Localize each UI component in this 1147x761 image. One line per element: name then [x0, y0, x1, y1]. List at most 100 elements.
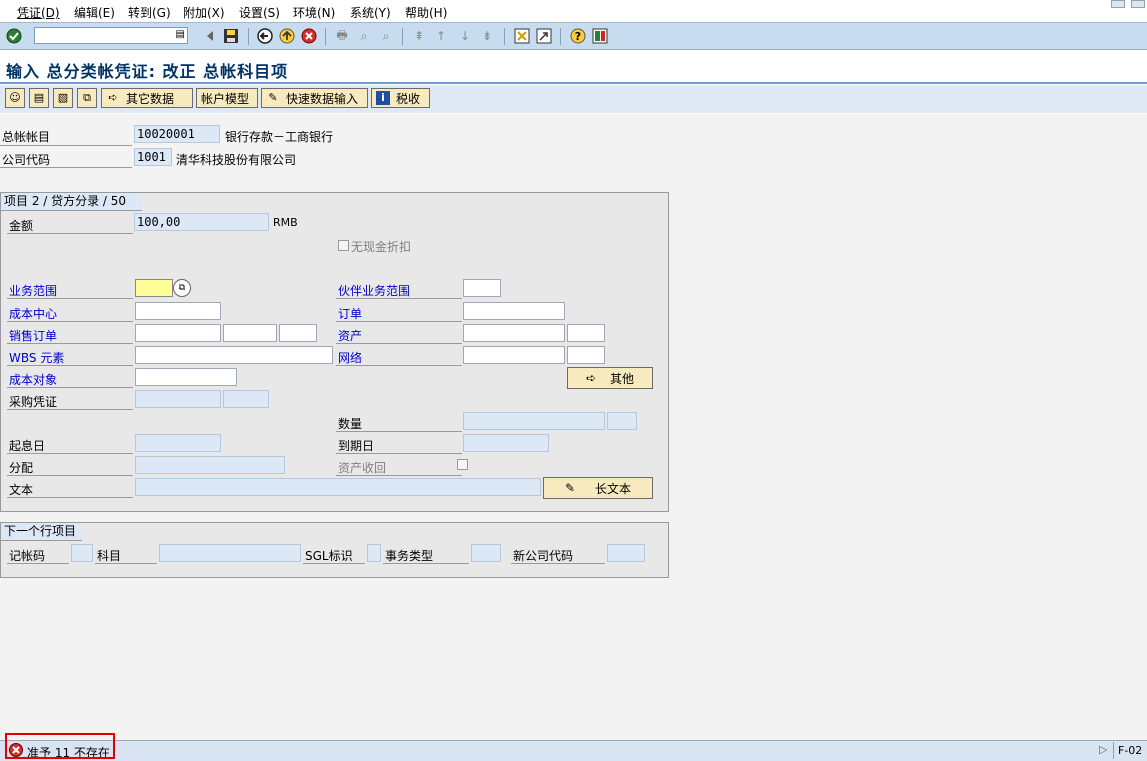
text-field[interactable]: [135, 478, 541, 496]
menu-voucher[interactable]: 凭证(D): [17, 4, 60, 21]
asset-field[interactable]: [463, 324, 565, 342]
field-underline: [511, 563, 605, 564]
enter-icon[interactable]: [5, 27, 23, 45]
new-company-code-field[interactable]: [607, 544, 645, 562]
order-label[interactable]: 订单: [338, 305, 362, 322]
asset-retirement-label: 资产收回: [338, 461, 387, 475]
network-activity-field[interactable]: [567, 346, 605, 364]
sales-order-item-field[interactable]: [223, 324, 277, 342]
account-field[interactable]: [159, 544, 301, 562]
new-session-icon[interactable]: [513, 27, 531, 45]
transaction-type-field[interactable]: [471, 544, 501, 562]
business-area-label[interactable]: 业务范围: [9, 282, 57, 299]
menu-edit[interactable]: 编辑(E): [74, 4, 115, 21]
amount-field[interactable]: 100,00: [134, 213, 269, 231]
first-page-icon[interactable]: ⇞: [410, 27, 428, 45]
command-field[interactable]: ▤: [34, 27, 188, 44]
menu-help[interactable]: 帮助(H): [405, 4, 447, 21]
last-page-icon[interactable]: ⇟: [478, 27, 496, 45]
sales-order-label[interactable]: 销售订单: [9, 327, 57, 344]
sales-order-field[interactable]: [135, 324, 221, 342]
quantity-field[interactable]: [463, 412, 605, 430]
svg-text:?: ?: [575, 30, 581, 43]
print-icon[interactable]: 🖶: [333, 27, 351, 45]
wbs-element-field[interactable]: [135, 346, 333, 364]
purchasing-doc-field[interactable]: [135, 390, 221, 408]
asset-subnumber-field[interactable]: [567, 324, 605, 342]
menu-system[interactable]: 系统(Y): [350, 4, 391, 21]
find-next-icon[interactable]: ⌕: [377, 27, 395, 45]
expand-status-icon[interactable]: ▷: [1099, 743, 1107, 756]
field-underline: [7, 497, 133, 498]
cost-center-label[interactable]: 成本中心: [9, 305, 57, 322]
order-field[interactable]: [463, 302, 565, 320]
restore-window-icon[interactable]: [1131, 0, 1145, 8]
menu-extras[interactable]: 附加(X): [183, 4, 225, 21]
asset-retirement-checkbox[interactable]: [457, 459, 468, 470]
field-underline: [336, 453, 462, 454]
command-history-icon[interactable]: ▤: [176, 29, 185, 40]
partner-business-area-label[interactable]: 伙伴业务范围: [338, 282, 410, 299]
other-button[interactable]: ➪ 其他: [567, 367, 653, 389]
back-icon[interactable]: [256, 27, 274, 45]
document-icon: ▤: [33, 91, 45, 104]
asset-label[interactable]: 资产: [338, 327, 362, 344]
network-label[interactable]: 网络: [338, 349, 362, 366]
posting-key-field[interactable]: [71, 544, 93, 562]
purchasing-doc-item-field[interactable]: [223, 390, 269, 408]
field-underline: [336, 365, 462, 366]
layout-icon[interactable]: [591, 27, 609, 45]
value-date-field[interactable]: [135, 434, 221, 452]
sgl-indicator-field[interactable]: [367, 544, 381, 562]
save-as-button[interactable]: ▧: [53, 88, 73, 108]
assignment-field[interactable]: [135, 456, 285, 474]
account-model-button[interactable]: 帐户模型: [196, 88, 258, 108]
item-group-box: 项目 2 / 贷方分录 / 50 金额 100,00 RMB 无现金折扣 业务范…: [0, 192, 669, 512]
menu-settings[interactable]: 设置(S): [239, 4, 280, 21]
other-button-label: 其他: [610, 371, 635, 386]
choose-button[interactable]: ▤: [29, 88, 49, 108]
next-page-icon[interactable]: ↓: [456, 27, 474, 45]
no-cash-discount-checkbox[interactable]: [338, 240, 349, 251]
wbs-element-label[interactable]: WBS 元素: [9, 349, 64, 366]
partner-business-area-field[interactable]: [463, 279, 501, 297]
transaction-type-label: 事务类型: [385, 549, 434, 563]
exit-icon[interactable]: [278, 27, 296, 45]
field-underline: [336, 343, 462, 344]
due-date-field[interactable]: [463, 434, 549, 452]
quantity-label: 数量: [338, 417, 363, 431]
document-edit-icon: ▧: [57, 91, 69, 104]
search-help-icon[interactable]: ⧉: [173, 279, 191, 297]
copy-button[interactable]: ⧉: [77, 88, 97, 108]
business-area-field[interactable]: [135, 279, 173, 297]
prev-page-icon[interactable]: ↑: [432, 27, 450, 45]
fast-data-entry-button[interactable]: ✎ 快速数据输入: [261, 88, 368, 108]
shortcut-icon[interactable]: [535, 27, 553, 45]
gl-account-field[interactable]: 10020001: [134, 125, 220, 143]
help-icon[interactable]: ?: [569, 27, 587, 45]
menu-environment[interactable]: 环境(N): [293, 4, 335, 21]
arrow-right-icon: ➪: [108, 91, 118, 104]
collapse-icon[interactable]: [201, 27, 219, 45]
save-icon[interactable]: [222, 27, 240, 45]
minimize-window-icon[interactable]: [1111, 0, 1125, 8]
cancel-icon[interactable]: [300, 27, 318, 45]
next-item-group-title: 下一个行项目: [1, 523, 82, 541]
header-data-button[interactable]: ☺: [5, 88, 25, 108]
amount-label: 金额: [9, 219, 34, 233]
other-data-button[interactable]: ➪ 其它数据: [101, 88, 193, 108]
item-group-title: 项目 2 / 贷方分录 / 50: [1, 193, 142, 211]
find-icon[interactable]: ⌕: [355, 27, 373, 45]
sales-order-schedule-field[interactable]: [279, 324, 317, 342]
cost-object-label[interactable]: 成本对象: [9, 371, 57, 388]
tax-button[interactable]: i 税收: [371, 88, 430, 108]
network-field[interactable]: [463, 346, 565, 364]
quantity-unit-field[interactable]: [607, 412, 637, 430]
company-code-field[interactable]: 1001: [134, 148, 172, 166]
system-info[interactable]: F-02: [1118, 744, 1142, 757]
long-text-button[interactable]: ✎ 长文本: [543, 477, 653, 499]
cost-object-field[interactable]: [135, 368, 237, 386]
field-underline: [7, 453, 133, 454]
cost-center-field[interactable]: [135, 302, 221, 320]
menu-goto[interactable]: 转到(G): [128, 4, 171, 21]
